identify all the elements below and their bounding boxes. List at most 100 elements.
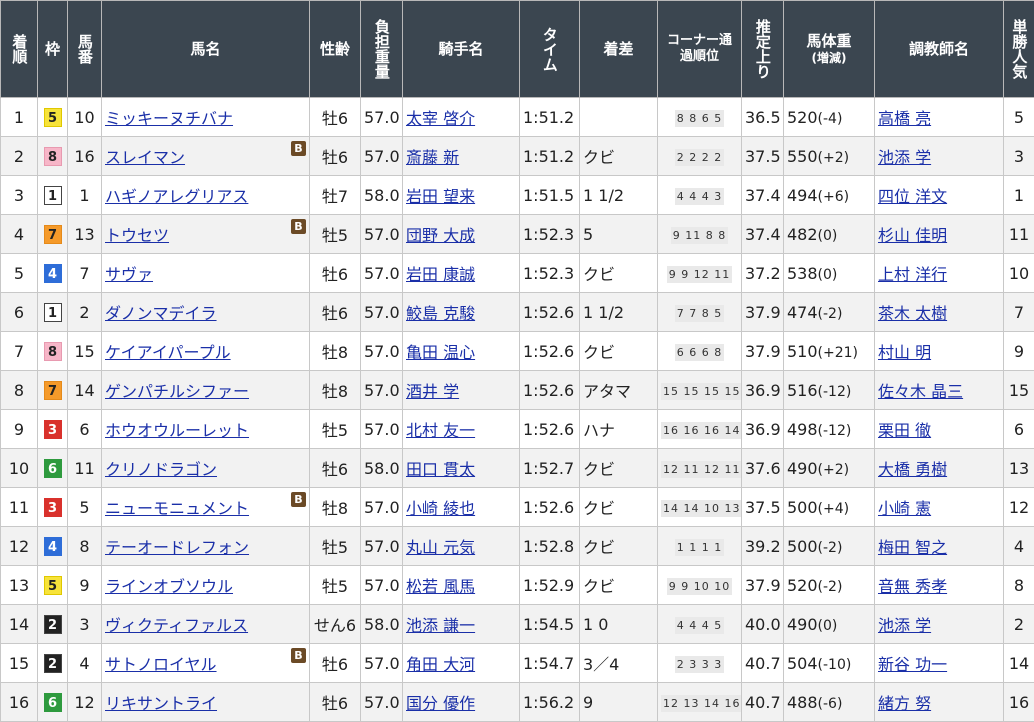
weight-cell: 57.0 xyxy=(360,97,403,137)
horse-name-link[interactable]: サトノロイヤル xyxy=(105,655,217,674)
trainer-cell: 佐々木 晶三 xyxy=(874,370,1004,410)
margin-cell: 3／4 xyxy=(579,643,658,683)
corner-positions: 4 4 4 3 xyxy=(674,188,725,205)
horse-name-link[interactable]: ホウオウルーレット xyxy=(105,421,249,440)
horse-name-link[interactable]: ラインオブソウル xyxy=(105,577,233,596)
waku-badge: 2 xyxy=(43,615,62,634)
trainer-link[interactable]: 梅田 智之 xyxy=(878,538,947,557)
bodyweight-cell: 510(+21) xyxy=(783,331,875,371)
horse-name-link[interactable]: ケイアイパープル xyxy=(105,343,231,362)
horse-name-link[interactable]: ダノンマデイラ xyxy=(105,304,217,323)
trainer-cell: 池添 学 xyxy=(874,136,1004,176)
horse-name-cell: クリノドラゴン xyxy=(101,448,310,488)
waku-cell: 3 xyxy=(37,409,68,449)
rank-cell: 5 xyxy=(0,253,38,293)
time-cell: 1:54.7 xyxy=(519,643,580,683)
bodyweight-value: 550 xyxy=(787,146,818,166)
bodyweight-diff: (+2) xyxy=(817,149,850,166)
rank-cell: 13 xyxy=(0,565,38,605)
num-cell: 10 xyxy=(67,97,102,137)
trainer-link[interactable]: 栗田 徹 xyxy=(878,421,931,440)
horse-name-link[interactable]: スレイマン xyxy=(105,148,185,167)
weight-cell: 58.0 xyxy=(360,175,403,215)
trainer-link[interactable]: 四位 洋文 xyxy=(878,187,947,206)
waku-cell: 4 xyxy=(37,253,68,293)
horse-name-link[interactable]: トウセツ xyxy=(105,226,169,245)
trainer-link[interactable]: 村山 明 xyxy=(878,343,931,362)
weight-cell: 57.0 xyxy=(360,487,403,527)
trainer-link[interactable]: 杉山 佳明 xyxy=(878,226,947,245)
jockey-link[interactable]: 団野 大成 xyxy=(406,226,475,245)
horse-name-link[interactable]: リキサントライ xyxy=(105,694,217,713)
bodyweight-diff: (+6) xyxy=(817,188,850,205)
jockey-link[interactable]: 丸山 元気 xyxy=(406,538,475,557)
horse-name-link[interactable]: ミッキーヌチバナ xyxy=(105,109,233,128)
waku-cell: 8 xyxy=(37,331,68,371)
horse-name-link[interactable]: ヴィクティファルス xyxy=(105,616,248,635)
jockey-link[interactable]: 松若 風馬 xyxy=(406,577,475,596)
bodyweight-value: 488 xyxy=(787,692,818,712)
bodyweight-value: 482 xyxy=(787,224,818,244)
last3f-cell: 39.2 xyxy=(741,526,784,566)
horse-name-cell: ケイアイパープル xyxy=(101,331,310,371)
trainer-link[interactable]: 池添 学 xyxy=(878,616,931,635)
horse-name-link[interactable]: ハギノアレグリアス xyxy=(105,187,248,206)
trainer-link[interactable]: 上村 洋行 xyxy=(878,265,947,284)
num-cell: 11 xyxy=(67,448,102,488)
jockey-link[interactable]: 岩田 望来 xyxy=(406,187,475,206)
bodyweight-cell: 494(+6) xyxy=(783,175,875,215)
trainer-link[interactable]: 大橋 勇樹 xyxy=(878,460,947,479)
popularity-cell: 11 xyxy=(1003,214,1034,254)
horse-name-link[interactable]: クリノドラゴン xyxy=(105,460,217,479)
jockey-cell: 団野 大成 xyxy=(402,214,520,254)
header-last3f: 推定上り xyxy=(741,0,784,98)
horse-name-link[interactable]: ニューモニュメント xyxy=(105,499,249,518)
table-row: 9 3 6 ホウオウルーレット 牡5 57.0 北村 友一 1:52.6 ハナ 16 16 16 … xyxy=(0,409,1034,449)
waku-badge: 7 xyxy=(43,381,62,400)
jockey-link[interactable]: 酒井 学 xyxy=(406,382,459,401)
jockey-link[interactable]: 池添 謙一 xyxy=(406,616,475,635)
corner-cell: 12 11 12 11 xyxy=(657,448,742,488)
jockey-link[interactable]: 鮫島 克駿 xyxy=(406,304,475,323)
jockey-link[interactable]: 太宰 啓介 xyxy=(406,109,475,128)
waku-cell: 6 xyxy=(37,448,68,488)
rank-cell: 11 xyxy=(0,487,38,527)
jockey-link[interactable]: 北村 友一 xyxy=(406,421,475,440)
weight-cell: 57.0 xyxy=(360,214,403,254)
jockey-link[interactable]: 国分 優作 xyxy=(406,694,475,713)
jockey-link[interactable]: 亀田 温心 xyxy=(406,343,475,362)
horse-name-cell: トウセツ B xyxy=(101,214,310,254)
trainer-link[interactable]: 緒方 努 xyxy=(878,694,931,713)
trainer-link[interactable]: 佐々木 晶三 xyxy=(878,382,963,401)
trainer-link[interactable]: 小崎 憲 xyxy=(878,499,931,518)
jockey-link[interactable]: 斎藤 新 xyxy=(406,148,459,167)
rank-cell: 14 xyxy=(0,604,38,644)
header-bodyweight-label: 馬体重 xyxy=(806,32,852,51)
popularity-cell: 7 xyxy=(1003,292,1034,332)
table-row: 1 5 10 ミッキーヌチバナ 牡6 57.0 太宰 啓介 1:51.2 8 8 6 5 36.5… xyxy=(0,97,1034,137)
horse-name-cell: ニューモニュメント B xyxy=(101,487,310,527)
rank-cell: 9 xyxy=(0,409,38,449)
popularity-cell: 2 xyxy=(1003,604,1034,644)
last3f-cell: 40.7 xyxy=(741,682,784,722)
jockey-link[interactable]: 岩田 康誠 xyxy=(406,265,475,284)
margin-cell: 1 0 xyxy=(579,604,658,644)
jockey-link[interactable]: 小崎 綾也 xyxy=(406,499,475,518)
bodyweight-diff: (-2) xyxy=(817,539,843,556)
time-cell: 1:52.3 xyxy=(519,214,580,254)
trainer-link[interactable]: 池添 学 xyxy=(878,148,931,167)
bodyweight-cell: 488(-6) xyxy=(783,682,875,722)
horse-name-link[interactable]: ゲンパチルシファー xyxy=(105,382,249,401)
trainer-link[interactable]: 音無 秀孝 xyxy=(878,577,947,596)
horse-name-link[interactable]: テーオードレフォン xyxy=(105,538,249,557)
trainer-link[interactable]: 茶木 太樹 xyxy=(878,304,947,323)
horse-name-link[interactable]: サヴァ xyxy=(105,265,153,284)
waku-cell: 4 xyxy=(37,526,68,566)
weight-cell: 58.0 xyxy=(360,448,403,488)
trainer-link[interactable]: 高橋 亮 xyxy=(878,109,931,128)
trainer-link[interactable]: 新谷 功一 xyxy=(878,655,947,674)
jockey-link[interactable]: 角田 大河 xyxy=(406,655,475,674)
waku-cell: 2 xyxy=(37,643,68,683)
sexage-cell: 牡6 xyxy=(309,292,361,332)
jockey-link[interactable]: 田口 貫太 xyxy=(406,460,475,479)
